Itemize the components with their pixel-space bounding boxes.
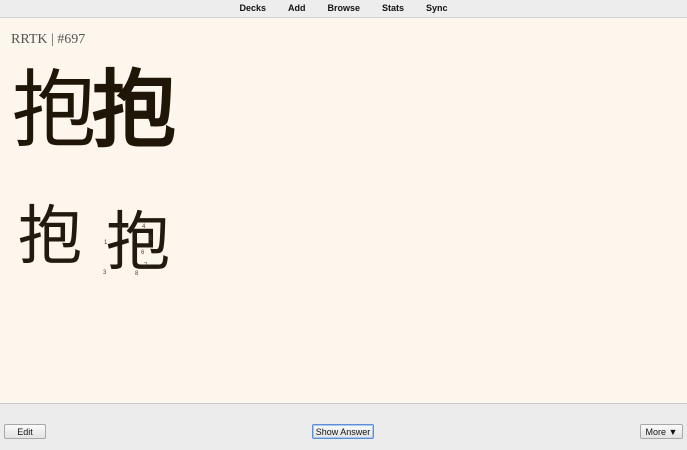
nav-decks[interactable]: Decks [239, 0, 266, 17]
card-area: RRTK | #697 抱抱 抱 抱 1 2 3 4 5 6 7 8 [0, 18, 687, 402]
top-menu-bar: Decks Add Browse Stats Sync [0, 0, 687, 18]
kanji-regular: 抱 [12, 61, 97, 159]
stroke-number: 4 [142, 224, 146, 230]
kanji-stroke-plain: 抱 [18, 200, 82, 274]
kanji-bold: 抱 [92, 61, 177, 159]
show-answer-button[interactable]: Show Answer [312, 424, 374, 439]
nav-sync[interactable]: Sync [426, 0, 448, 17]
nav-browse[interactable]: Browse [327, 0, 360, 17]
nav-stats[interactable]: Stats [382, 0, 404, 17]
stroke-number: 3 [103, 270, 107, 276]
kanji-stroke-numbered: 抱 [106, 206, 170, 280]
edit-button[interactable]: Edit [4, 424, 46, 439]
kanji-display: 抱抱 [12, 68, 176, 152]
stroke-number: 8 [135, 271, 139, 277]
more-button[interactable]: More ▼ [640, 424, 683, 439]
nav-add[interactable]: Add [288, 0, 306, 17]
stroke-number: 1 [104, 240, 108, 246]
stroke-order-diagram: 抱 抱 1 2 3 4 5 6 7 8 [18, 203, 198, 313]
stroke-number: 7 [144, 263, 148, 269]
deck-label: RRTK | #697 [11, 32, 86, 47]
stroke-number: 6 [141, 250, 145, 256]
bottom-bar: Edit Show Answer More ▼ [0, 403, 687, 450]
stroke-number: 5 [149, 236, 153, 242]
stroke-number: 2 [118, 225, 122, 231]
